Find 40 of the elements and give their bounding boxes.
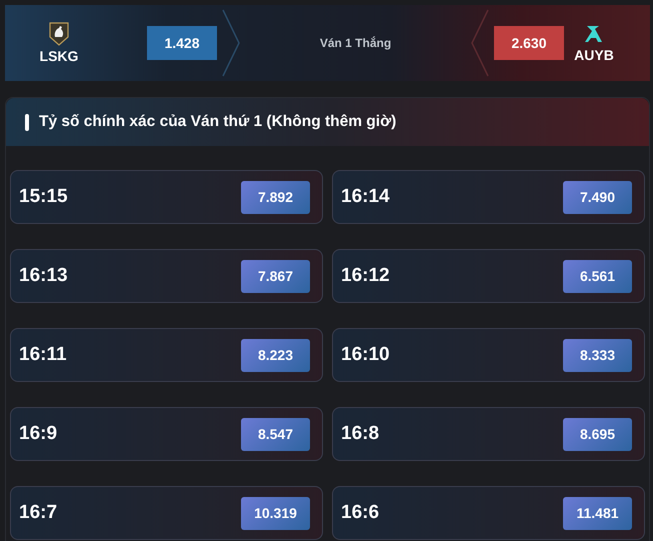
score-label: 16:8	[341, 423, 380, 445]
score-label: 16:14	[341, 186, 390, 208]
odds-button[interactable]: 8.547	[241, 418, 310, 450]
score-label: 16:10	[341, 344, 390, 366]
score-card[interactable]: 16:10 8.333	[332, 328, 645, 382]
score-label: 16:12	[341, 265, 390, 287]
score-card[interactable]: 16:6 11.481	[332, 486, 645, 540]
chevron-right-icon	[221, 8, 241, 78]
score-card[interactable]: 16:12 6.561	[332, 249, 645, 303]
market-label: Ván 1 Thắng	[318, 36, 392, 50]
score-label: 16:6	[341, 502, 380, 524]
team-name: AUYB	[574, 47, 614, 63]
score-label: 15:15	[19, 186, 68, 208]
score-card[interactable]: 15:15 7.892	[10, 170, 323, 224]
odds-button[interactable]: 8.223	[241, 338, 310, 372]
odds-button[interactable]: 7.490	[563, 180, 632, 214]
score-card[interactable]: 16:11 8.223	[10, 328, 323, 382]
score-card[interactable]: 16:9 8.547	[10, 407, 323, 461]
score-label: 16:9	[19, 423, 58, 445]
score-card[interactable]: 16:14 7.490	[332, 170, 645, 224]
title-marker	[25, 114, 29, 130]
score-label: 16:7	[19, 502, 58, 524]
team-name: LSKG	[40, 48, 78, 64]
odds-button[interactable]: 6.561	[563, 260, 632, 292]
score-card[interactable]: 16:13 7.867	[10, 249, 323, 303]
panel-title: Tỷ số chính xác của Ván thứ 1 (Không thêm giờ)	[39, 113, 396, 131]
score-card[interactable]: 16:7 10.319	[10, 486, 323, 540]
score-card[interactable]: 16:8 8.695	[332, 407, 645, 461]
odds-button[interactable]: 10.319	[241, 496, 310, 530]
chevron-left-icon	[470, 8, 490, 78]
letter-a-logo-icon	[583, 23, 605, 45]
odds-button[interactable]: 2.630	[494, 26, 564, 60]
odds-button[interactable]: 7.867	[241, 260, 310, 292]
odds-button[interactable]: 1.428	[147, 26, 217, 60]
score-label: 16:13	[19, 265, 68, 287]
score-label: 16:11	[19, 344, 67, 366]
odds-button[interactable]: 7.892	[241, 180, 310, 214]
odds-button[interactable]: 8.333	[563, 338, 632, 372]
odds-button[interactable]: 8.695	[563, 418, 632, 450]
odds-button[interactable]: 11.481	[563, 496, 632, 530]
